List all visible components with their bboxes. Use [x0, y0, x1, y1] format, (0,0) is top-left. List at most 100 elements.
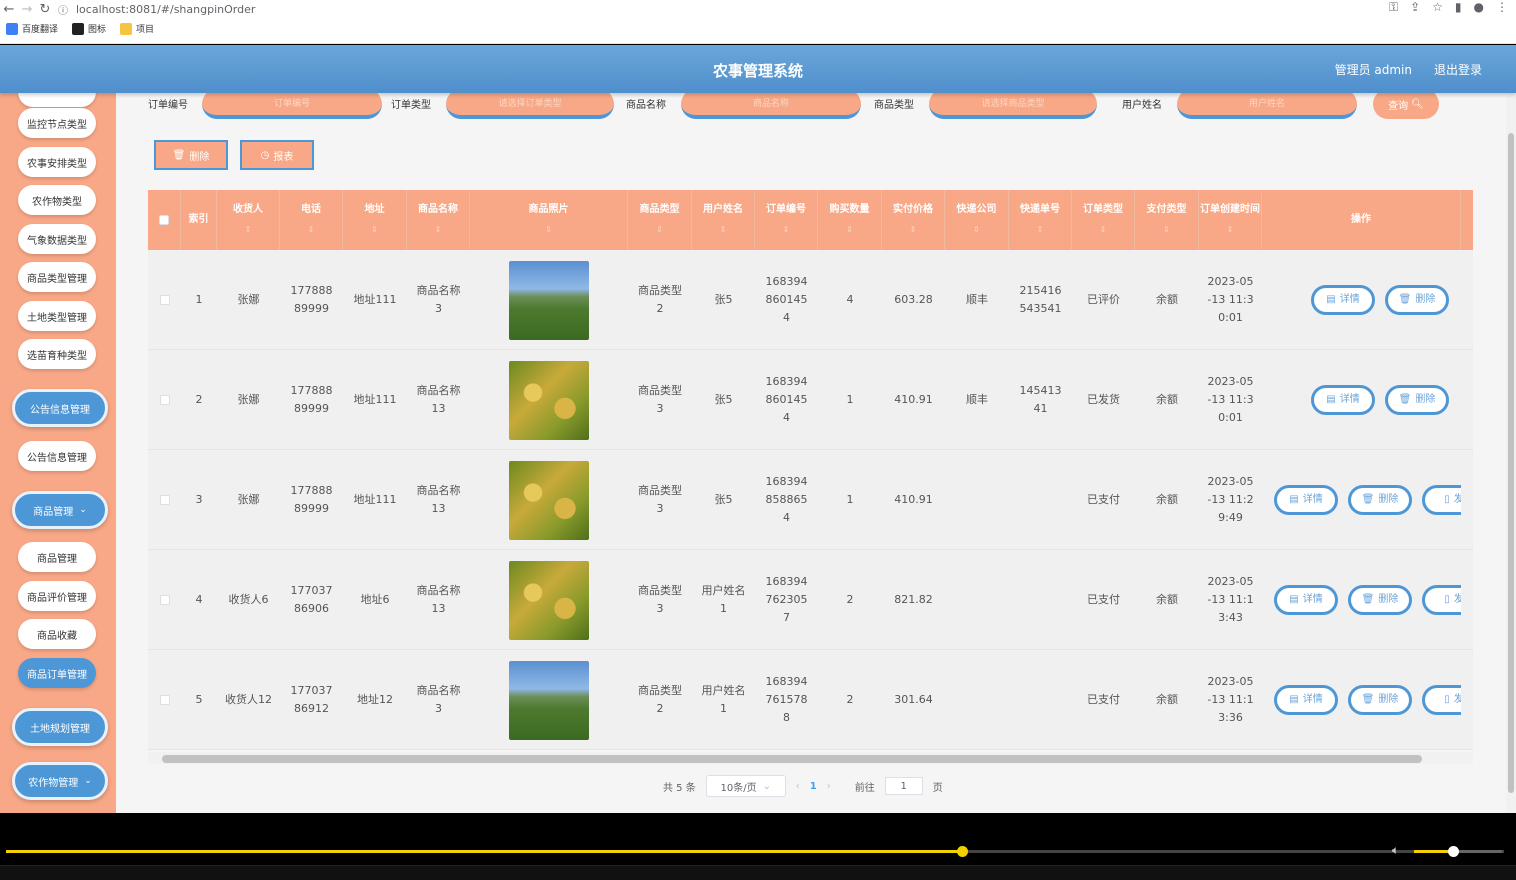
delete-button[interactable]: 🗑︎ 删除 [1385, 285, 1449, 315]
delete-button[interactable]: 🗑︎ 删除 [1385, 385, 1449, 415]
sort-icon[interactable]: ⇕ [1037, 220, 1044, 240]
detail-button[interactable]: ▤ 详情 [1311, 385, 1375, 415]
sort-icon[interactable]: ⇕ [1163, 220, 1170, 240]
header-product-type[interactable]: 商品类型 ⇕ [628, 190, 692, 250]
row-checkbox[interactable] [159, 295, 170, 305]
table-row[interactable]: 4 收货人6 17703786906 地址6 商品名称13 商品类型3 用户姓名1 16839… [148, 550, 1473, 650]
sidebar-item-product-type[interactable]: 商品类型管理 [18, 262, 96, 292]
row-checkbox[interactable] [159, 495, 170, 505]
search-select-order-type[interactable]: 请选择订单类型 [446, 93, 614, 119]
sort-icon[interactable]: ⇕ [720, 220, 727, 240]
sort-icon[interactable]: ⇕ [1227, 220, 1234, 240]
sort-icon[interactable]: ⇕ [308, 220, 315, 240]
sort-icon[interactable]: ⇕ [973, 220, 980, 240]
volume-track[interactable] [1414, 846, 1502, 857]
header-select[interactable] [148, 190, 181, 250]
vertical-scrollbar-thumb[interactable] [1508, 133, 1514, 793]
sidebar-item-product[interactable]: 商品管理 [18, 542, 96, 572]
sort-icon[interactable]: ⇕ [545, 220, 552, 240]
sidebar-item-monitor-type[interactable]: 监控节点类型 [18, 108, 96, 138]
sort-icon[interactable]: ⇕ [783, 220, 790, 240]
header-order-type[interactable]: 订单类型 ⇕ [1072, 190, 1135, 250]
sort-icon[interactable]: ⇕ [371, 220, 378, 240]
header-created-time[interactable]: 订单创建时间 ⇕ [1199, 190, 1262, 250]
table-row[interactable]: 5 收货人12 17703786912 地址12 商品名称3 商品类型2 用户姓名1 1683… [148, 650, 1473, 750]
select-all-checkbox[interactable] [159, 215, 169, 225]
header-courier[interactable]: 快递公司 ⇕ [945, 190, 1009, 250]
sort-icon[interactable]: ⇕ [846, 220, 853, 240]
header-receiver[interactable]: 收货人 ⇕ [217, 190, 280, 250]
detail-button[interactable]: ▤ 详情 [1274, 585, 1338, 615]
search-input-user-name[interactable]: 用户姓名 [1177, 93, 1357, 119]
detail-button[interactable]: ▤ 详情 [1274, 485, 1338, 515]
detail-button[interactable]: ▤ 详情 [1311, 285, 1375, 315]
report-button[interactable]: ◷ 报表 [240, 140, 314, 170]
progress-track[interactable] [6, 846, 1504, 857]
sidebar-item-seedling-type[interactable]: 选苗育种类型 [18, 339, 96, 369]
search-select-product-type[interactable]: 请选择商品类型 [929, 93, 1097, 119]
search-input-product-name[interactable]: 商品名称 [681, 93, 861, 119]
sort-icon[interactable]: ⇕ [656, 220, 663, 240]
logout-link[interactable]: 退出登录 [1434, 61, 1482, 78]
header-product-image[interactable]: 商品照片 ⇕ [470, 190, 628, 250]
header-price[interactable]: 实付价格 ⇕ [882, 190, 945, 250]
volume-handle[interactable] [1448, 846, 1459, 857]
star-icon[interactable]: ☆ [1432, 0, 1443, 15]
sidebar-item-notice[interactable]: 公告信息管理 [18, 441, 96, 471]
header-order-no[interactable]: 订单编号 ⇕ [755, 190, 818, 250]
sidebar-item-product-order[interactable]: 商品订单管理 [18, 658, 96, 688]
scrollbar-thumb[interactable] [162, 755, 1422, 763]
next-page-icon[interactable]: › [827, 781, 831, 792]
sidebar-item-crop-type[interactable]: 农作物类型 [18, 185, 96, 215]
reload-icon[interactable]: ↻ [36, 1, 54, 17]
profile-icon[interactable]: ● [1474, 0, 1484, 15]
delete-button[interactable]: 🗑︎ 删除 [1348, 685, 1412, 715]
detail-button[interactable]: ▤ 详情 [1274, 685, 1338, 715]
header-tracking-no[interactable]: 快递单号 ⇕ [1009, 190, 1072, 250]
sidebar-item-product-review[interactable]: 商品评价管理 [18, 581, 96, 611]
page-number-current[interactable]: 1 [810, 781, 817, 792]
key-icon[interactable]: ⚿ [1389, 0, 1398, 15]
horizontal-scrollbar[interactable] [148, 752, 1473, 764]
back-icon[interactable]: ← [0, 1, 18, 17]
sidepanel-icon[interactable]: ▮ [1455, 0, 1462, 15]
table-row[interactable]: 3 张娜 17788889999 地址111 商品名称13 商品类型3 张5 16839485… [148, 450, 1473, 550]
ship-button[interactable]: ▯ 发 [1422, 585, 1461, 615]
bookmark-icons[interactable]: 图标 [72, 22, 106, 35]
table-row[interactable]: 1 张娜 17788889999 地址111 商品名称3 商品类型2 张5 168394860… [148, 250, 1473, 350]
sidebar-item-weather-type[interactable]: 气象数据类型 [18, 224, 96, 254]
table-row[interactable]: 2 张娜 17788889999 地址111 商品名称13 商品类型3 张5 16839486… [148, 350, 1473, 450]
menu-icon[interactable]: ⋮ [1496, 0, 1508, 15]
forward-icon[interactable]: → [18, 1, 36, 17]
header-address[interactable]: 地址 ⇕ [343, 190, 407, 250]
row-checkbox[interactable] [159, 695, 170, 705]
vertical-scrollbar[interactable] [1506, 93, 1516, 813]
search-button[interactable]: 查询 🔍︎ [1373, 93, 1439, 119]
delete-button[interactable]: 🗑︎ 删除 [1348, 485, 1412, 515]
sort-icon[interactable]: ⇕ [910, 220, 917, 240]
sidebar-group-notice[interactable]: 公告信息管理 [12, 389, 108, 427]
address-bar[interactable]: localhost:8081/#/shangpinOrder [76, 3, 255, 16]
delete-button[interactable]: 🗑︎ 删除 [1348, 585, 1412, 615]
header-quantity[interactable]: 购买数量 ⇕ [818, 190, 882, 250]
sort-icon[interactable]: ⇕ [1100, 220, 1107, 240]
ship-button[interactable]: ▯ 发 [1422, 685, 1461, 715]
header-user-name[interactable]: 用户姓名 ⇕ [692, 190, 755, 250]
goto-page-input[interactable]: 1 [884, 777, 923, 795]
sidebar-item-product-favorite[interactable]: 商品收藏 [18, 619, 96, 649]
sidebar-group-crop[interactable]: 农作物管理 ⌄ [12, 762, 108, 800]
search-input-order-no[interactable]: 订单编号 [202, 93, 382, 119]
batch-delete-button[interactable]: 🗑︎ 删除 [154, 140, 228, 170]
sort-icon[interactable]: ⇕ [435, 220, 442, 240]
sort-icon[interactable]: ⇕ [245, 220, 252, 240]
header-product-name[interactable]: 商品名称 ⇕ [407, 190, 470, 250]
sidebar-item-land-type[interactable]: 土地类型管理 [18, 301, 96, 331]
volume-icon[interactable]: 🔈︎ [1392, 843, 1399, 858]
share-icon[interactable]: ⇪ [1410, 0, 1420, 15]
header-pay-type[interactable]: 支付类型 ⇕ [1135, 190, 1199, 250]
header-phone[interactable]: 电话 ⇕ [280, 190, 343, 250]
bookmark-project[interactable]: 项目 [120, 22, 154, 35]
prev-page-icon[interactable]: ‹ [796, 781, 800, 792]
sidebar-group-land-plan[interactable]: 土地规划管理 [12, 708, 108, 746]
sidebar-item-farm-schedule-type[interactable]: 农事安排类型 [18, 147, 96, 177]
